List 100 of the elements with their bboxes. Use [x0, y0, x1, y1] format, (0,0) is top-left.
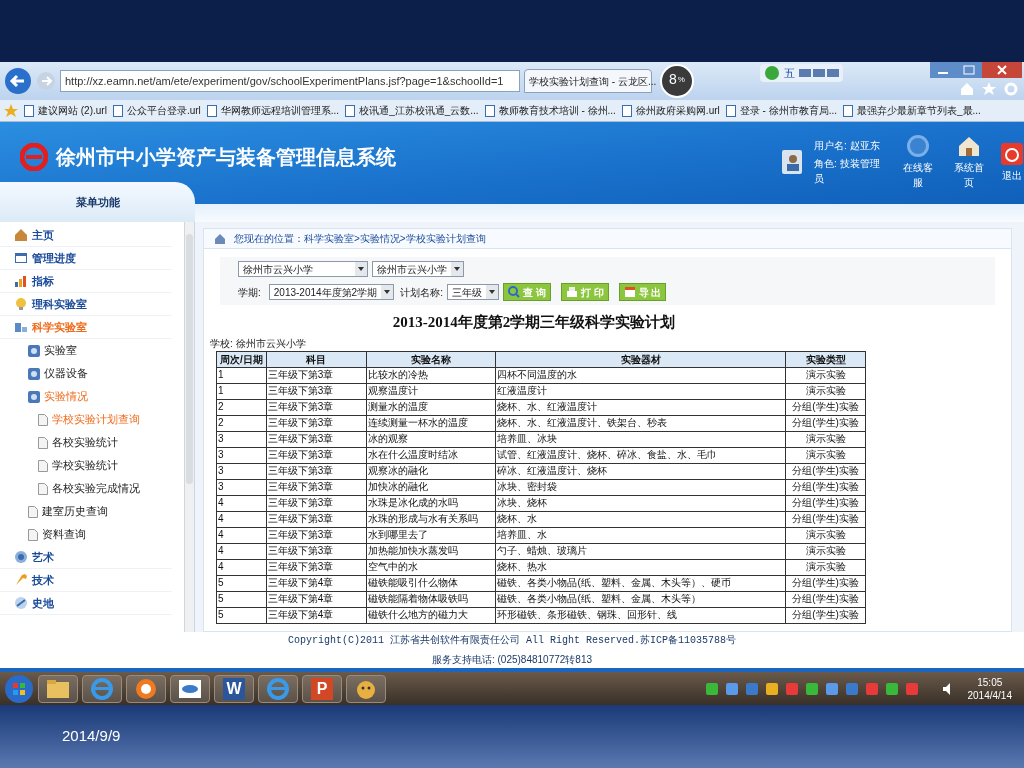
field-label: 计划名称: — [400, 285, 443, 300]
tray-icon[interactable] — [805, 682, 818, 695]
support-phone: 服务支持电话: (025)84810772转813 — [431, 653, 593, 667]
table-cell: 3 — [216, 463, 267, 479]
table-cell: 水到哪里去了 — [366, 527, 496, 543]
menu-item[interactable]: 实验室 — [44, 342, 77, 359]
menu-item[interactable]: 管理进度 — [32, 249, 76, 267]
document-icon — [38, 436, 48, 449]
column-header[interactable]: 实验名称 — [366, 351, 496, 367]
menu-item[interactable]: 理科实验室 — [32, 295, 87, 313]
tray-icon[interactable] — [785, 682, 798, 695]
menu-item[interactable]: 学校实验统计 — [52, 457, 118, 474]
taskbar-app[interactable] — [170, 674, 210, 703]
page-icon — [843, 104, 853, 117]
favorite-link[interactable]: 校讯通_江苏校讯通_云数... — [345, 103, 479, 118]
favorite-link[interactable]: 教师教育技术培训 - 徐州... — [484, 103, 616, 118]
table-cell: 空气中的水 — [366, 559, 496, 575]
table-cell: 分组(学生)实验 — [785, 511, 866, 527]
table-cell: 连续测量一杯水的温度 — [366, 415, 496, 431]
breadcrumb: 您现在的位置：科学实验室>实验情况>学校实验计划查询 — [234, 232, 486, 246]
tray-icon[interactable] — [725, 682, 738, 695]
table-cell: 冰块、密封袋 — [495, 479, 786, 495]
document-icon — [28, 528, 38, 541]
menu-item[interactable]: 史地 — [32, 594, 54, 612]
tray-icon[interactable] — [905, 682, 918, 695]
table-cell: 磁铁能吸引什么物体 — [366, 575, 496, 591]
table-cell: 三年级下第4章 — [266, 591, 367, 607]
close-button[interactable] — [982, 62, 1022, 78]
table-cell: 2 — [216, 415, 267, 431]
dropdown[interactable]: 徐州市云兴小学 — [372, 261, 464, 277]
maximize-button[interactable] — [956, 62, 982, 78]
tray-icon[interactable] — [865, 682, 878, 695]
table-cell: 2 — [216, 399, 267, 415]
menu-item[interactable]: 主页 — [32, 226, 54, 244]
favorite-link[interactable]: 登录 - 徐州市教育局... — [725, 103, 837, 118]
table-cell: 4 — [216, 511, 267, 527]
menu-item[interactable]: 建室历史查询 — [42, 503, 108, 520]
favorites-star-icon[interactable] — [4, 103, 18, 118]
table-cell: 分组(学生)实验 — [785, 463, 866, 479]
favorite-link[interactable]: 建议网站 (2).url — [24, 103, 107, 118]
dropdown[interactable]: 2013-2014年度第2学期 — [268, 284, 395, 300]
menu-item[interactable]: 资料查询 — [42, 526, 86, 543]
document-icon — [28, 505, 38, 518]
taskbar-app[interactable]: P — [302, 674, 342, 703]
home-icon[interactable] — [214, 232, 226, 245]
table-cell: 烧杯、水、红液温度计、铁架台、秒表 — [495, 415, 786, 431]
dropdown[interactable]: 徐州市云兴小学 — [238, 261, 368, 277]
table-cell: 演示实验 — [785, 367, 866, 383]
table-cell: 三年级下第3章 — [266, 447, 367, 463]
taskbar-app[interactable] — [38, 674, 78, 703]
favorite-link[interactable]: 公众平台登录.url — [112, 103, 201, 118]
field-label: 学期: — [238, 285, 261, 300]
menu-item[interactable]: 各校实验完成情况 — [52, 480, 140, 497]
column-header[interactable]: 实验器材 — [495, 351, 786, 367]
user-card-icon — [782, 150, 802, 174]
menu-item[interactable]: 仪器设备 — [44, 365, 88, 382]
tray-icon[interactable] — [825, 682, 838, 695]
tray-icon[interactable] — [705, 682, 718, 695]
start-button[interactable] — [4, 673, 34, 704]
menu-item[interactable]: 艺术 — [32, 548, 54, 566]
table-cell: 5 — [216, 607, 267, 623]
column-header[interactable]: 实验类型 — [785, 351, 866, 367]
taskbar-app[interactable]: W — [214, 674, 254, 703]
favorite-link[interactable]: 徐州政府采购网.url — [621, 103, 720, 118]
header-action[interactable]: 系统首页 — [949, 134, 988, 190]
table-cell: 3 — [216, 447, 267, 463]
column-header[interactable]: 周次/日期 — [216, 351, 267, 367]
menu-item[interactable]: 各校实验统计 — [52, 434, 118, 451]
ime-toolbar[interactable]: 五 — [760, 64, 843, 82]
taskbar-app[interactable] — [346, 674, 386, 703]
tray-icon[interactable] — [765, 682, 778, 695]
table-cell: 分组(学生)实验 — [785, 607, 866, 623]
table-cell: 演示实验 — [785, 383, 866, 399]
document-icon — [38, 413, 48, 426]
minimize-button[interactable] — [930, 62, 956, 78]
clock[interactable]: 15:05 2014/4/14 — [959, 675, 1020, 702]
tray-icon[interactable] — [745, 682, 758, 695]
taskbar-app[interactable] — [126, 674, 166, 703]
user-role: 角色: 技装管理员 — [814, 157, 881, 186]
favorites-star-icon[interactable] — [982, 82, 996, 96]
table-cell: 测量水的温度 — [366, 399, 496, 415]
back-button[interactable] — [4, 67, 32, 95]
dropdown[interactable]: 三年级 — [446, 284, 499, 300]
favorite-link[interactable]: 华网教师远程培训管理系... — [206, 103, 340, 118]
favorite-link[interactable]: 最强弃少最新章节列表_最... — [843, 103, 981, 118]
calendar-icon — [623, 286, 636, 298]
caret-icon — [451, 262, 463, 276]
table-cell: 环形磁铁、条形磁铁、钢珠、回形针、线 — [495, 607, 786, 623]
document-icon — [38, 459, 48, 472]
menu-item[interactable]: 指标 — [32, 272, 54, 290]
table-cell: 加快冰的融化 — [366, 479, 496, 495]
header-action[interactable]: 退出 — [1000, 141, 1024, 183]
tray-icon[interactable] — [845, 682, 858, 695]
address-bar[interactable]: http://xz.eamn.net/am/ete/experiment/gov/schoolExperimentPlans.jsf?page=1&schoolId=1 — [60, 70, 520, 92]
header-action[interactable]: 在线客服 — [898, 134, 938, 190]
scrollbar[interactable] — [184, 222, 194, 632]
menu-item[interactable]: 技术 — [32, 571, 54, 589]
bar-chart-icon — [14, 274, 28, 288]
column-header[interactable]: 科目 — [266, 351, 367, 367]
tray-icon[interactable] — [885, 682, 898, 695]
